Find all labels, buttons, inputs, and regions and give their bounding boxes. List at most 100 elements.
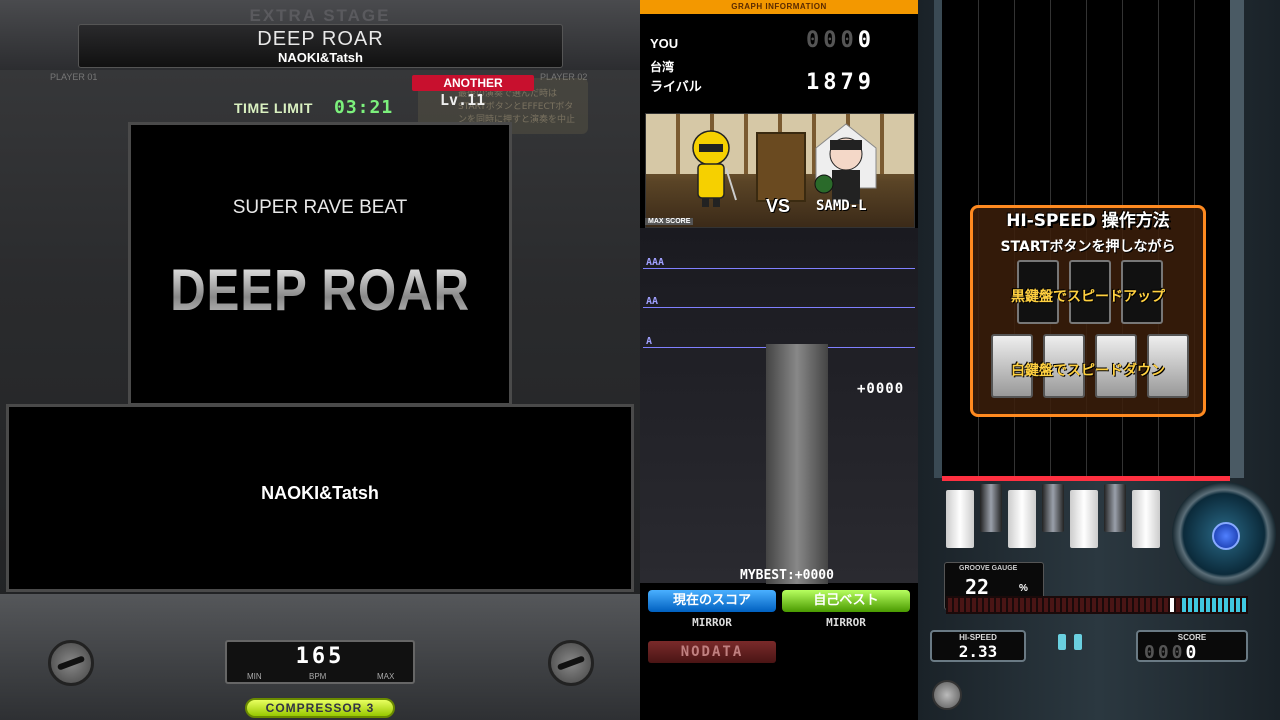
gauge-segment: [978, 598, 982, 612]
versus-scene: VS SAMD-L: [645, 113, 915, 228]
scene-door: [756, 132, 806, 202]
gauge-segment: [1182, 598, 1186, 612]
best-option-label: MIRROR: [826, 616, 866, 629]
left-rail: [934, 0, 942, 478]
white-key-3[interactable]: [1008, 490, 1036, 548]
difficulty-badge: ANOTHER: [412, 75, 534, 91]
hispeed-help-title: HI-SPEED 操作方法: [1006, 211, 1170, 231]
bpm-min-label: MIN: [247, 672, 262, 681]
gauge-segment: [1014, 598, 1018, 612]
you-score-dim: 000: [806, 28, 858, 53]
hispeed-down-label: 白鍵盤でスピードダウン: [1011, 363, 1165, 379]
black-key-4[interactable]: [1042, 484, 1064, 532]
gauge-segment: [1212, 598, 1216, 612]
gauge-segment: [1086, 598, 1090, 612]
region-label: 台湾: [650, 60, 675, 74]
song-title: DEEP ROAR: [257, 28, 384, 50]
gauge-segment: [984, 598, 988, 612]
black-key-2[interactable]: [980, 484, 1002, 532]
maxscore-label: MAX SCORE: [645, 218, 694, 225]
gauge-segment: [1104, 598, 1108, 612]
bga-title: DEEP ROAR: [159, 257, 480, 324]
player1-label: PLAYER 01: [50, 72, 98, 82]
grade-line-aaa: [643, 268, 915, 269]
gauge-segment: [1026, 598, 1030, 612]
graph-panel: GRAPH INFORMATION YOU 0000 台湾 ライバル 1879: [640, 0, 918, 720]
gauge-segment: [1200, 598, 1204, 612]
score-difference: +0000: [857, 381, 905, 397]
vs-label: VS: [766, 196, 791, 216]
bga-screen: SUPER RAVE BEAT DEEP ROAR: [128, 122, 512, 406]
personal-best-button[interactable]: 自己ベスト: [782, 590, 910, 612]
grade-label-aa: AA: [646, 296, 659, 307]
gauge-segment: [1140, 598, 1144, 612]
song-info-panel: EXTRA STAGE DEEP ROAR NAOKI&Tatsh PLAYER…: [0, 0, 640, 720]
time-limit-value: 03:21: [334, 97, 394, 118]
rival-score: 1879: [806, 70, 875, 95]
gauge-segment: [1194, 598, 1198, 612]
compressor-button[interactable]: COMPRESSOR 3: [245, 698, 395, 718]
gauge-segment: [1122, 598, 1126, 612]
gauge-segment: [1098, 598, 1102, 612]
judge-line: [942, 476, 1230, 481]
gauge-segment: [948, 598, 952, 612]
player-character-icon: [692, 130, 737, 207]
you-label: YOU: [650, 36, 679, 51]
hispeed-help-panel: HI-SPEED 操作方法 STARTボタンを押しながら 黒鍵盤でスピードアップ…: [970, 205, 1206, 417]
left-knob-icon[interactable]: [48, 640, 94, 686]
bpm-display: 165 MIN BPM MAX: [225, 640, 415, 684]
white-key-7[interactable]: [1132, 490, 1160, 548]
grade-label-aaa: AAA: [646, 257, 665, 268]
hispeed-value: 2.33: [958, 642, 998, 661]
nodata-button[interactable]: NODATA: [648, 641, 776, 663]
grade-line-aa: [643, 307, 915, 308]
gauge-segment: [960, 598, 964, 612]
bpm-max-label: MAX: [377, 672, 395, 681]
gauge-segment: [996, 598, 1000, 612]
turntable-icon[interactable]: [1172, 482, 1276, 586]
artist-info-box: NAOKI&Tatsh: [6, 404, 634, 592]
gauge-segment: [1230, 598, 1234, 612]
gauge-segment: [1236, 598, 1240, 612]
white-key-5[interactable]: [1070, 490, 1098, 548]
gauge-segment: [1146, 598, 1150, 612]
you-score-value: 0: [857, 28, 875, 53]
gauge-segment: [1176, 598, 1180, 612]
info-artist: NAOKI&Tatsh: [261, 483, 379, 503]
bpm-value: 165: [295, 644, 345, 669]
hispeed-help-subtitle: STARTボタンを押しながら: [1000, 239, 1176, 255]
hispeed-label: HI-SPEED: [959, 633, 997, 642]
current-option-label: MIRROR: [692, 616, 732, 629]
bpm-label: BPM: [309, 672, 327, 681]
gauge-segment: [1170, 598, 1174, 612]
gauge-segment: [1068, 598, 1072, 612]
black-key-6[interactable]: [1104, 484, 1126, 532]
right-knob-icon[interactable]: [548, 640, 594, 686]
groove-gauge-label: GROOVE GAUGE: [959, 565, 1018, 572]
score-label: SCORE: [1177, 633, 1207, 642]
rival-label: ライバル: [650, 79, 702, 94]
you-score: 0000: [806, 28, 875, 53]
white-key-1[interactable]: [946, 490, 974, 548]
gauge-segment: [1110, 598, 1114, 612]
current-score-button[interactable]: 現在のスコア: [648, 590, 776, 612]
gauge-segment: [1092, 598, 1096, 612]
start-button[interactable]: [1058, 634, 1066, 650]
gauge-segment: [1188, 598, 1192, 612]
song-artist: NAOKI&Tatsh: [278, 50, 363, 65]
effect-button[interactable]: [1074, 634, 1082, 650]
turntable-center: [1212, 522, 1240, 550]
difficulty-level: Lv.11: [440, 91, 486, 109]
gauge-segment: [966, 598, 970, 612]
rival-character-icon: [814, 123, 877, 204]
gauge-segment: [1080, 598, 1084, 612]
groove-gauge-bar: [946, 596, 1248, 614]
graph-info-header: GRAPH INFORMATION: [640, 0, 918, 14]
gauge-segment: [1134, 598, 1138, 612]
vefx-button[interactable]: [932, 680, 962, 710]
time-limit-label: TIME LIMIT: [234, 100, 313, 116]
gauge-segment: [1038, 598, 1042, 612]
keyboard: [942, 484, 1182, 548]
bga-genre: SUPER RAVE BEAT: [232, 197, 408, 218]
right-rail: [1230, 0, 1244, 478]
